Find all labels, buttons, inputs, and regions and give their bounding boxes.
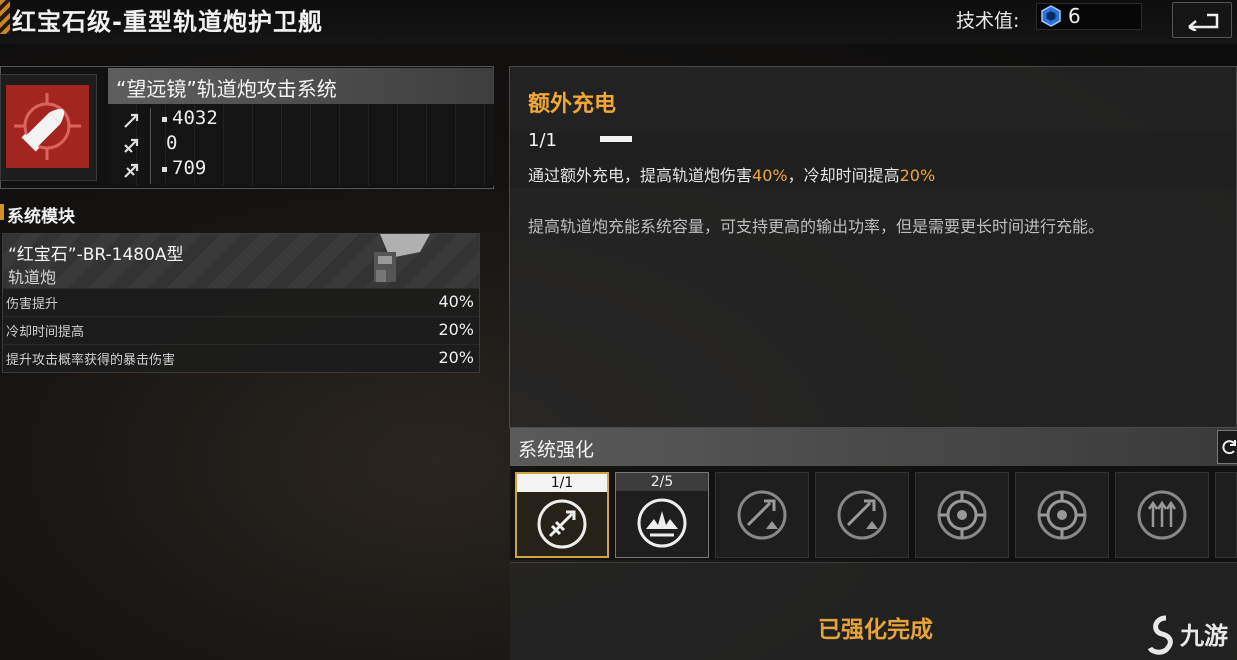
enhancement-slot[interactable]: 2/5: [615, 472, 709, 558]
railgun-art-icon: [374, 234, 430, 282]
enhancement-slot[interactable]: [915, 472, 1009, 558]
effect-highlight: 20%: [899, 166, 936, 185]
detail-description: 提高轨道炮充能系统容量，可支持更高的输出功率，但是需要更长时间进行充能。: [528, 217, 1105, 236]
tech-value: 6: [1068, 4, 1081, 28]
module-type: 轨道炮: [8, 268, 57, 287]
penetration-stat-icon: [124, 138, 139, 153]
range-stat-icon: [124, 163, 139, 178]
completion-status: 已强化完成: [818, 617, 933, 643]
enhancement-slot[interactable]: 1/1: [515, 472, 609, 558]
damage-up-icon: [837, 490, 887, 540]
detail-title: 额外充电: [528, 92, 617, 117]
detail-level: 1/1: [528, 130, 557, 151]
effect-highlight: 40%: [752, 166, 788, 185]
stat-marker: [162, 117, 167, 122]
module-stat-label: 冷却时间提高: [6, 325, 85, 340]
title-stripe-decoration: [0, 0, 10, 34]
module-header-mark: [0, 204, 4, 220]
enhancement-slot[interactable]: [1215, 472, 1237, 558]
bullet-target-icon: [14, 93, 81, 160]
weapon-icon: [6, 85, 89, 168]
module-stat-value: 20%: [438, 320, 474, 339]
stat-divider: [150, 108, 151, 184]
enhancement-slot[interactable]: [1015, 472, 1109, 558]
slot-level-tag: 1/1: [517, 474, 607, 492]
module-section-title: 系统模块: [7, 207, 75, 227]
tech-value-label: 技术值:: [956, 10, 1020, 32]
weapon-name: “望远镜”轨道炮攻击系统: [116, 77, 337, 101]
enhancement-slot[interactable]: [1115, 472, 1209, 558]
module-stat-label: 伤害提升: [6, 297, 59, 312]
module-stat-value: 40%: [438, 292, 474, 311]
enhancement-slot[interactable]: [815, 472, 909, 558]
stat-marker: [162, 167, 167, 172]
radar-icon: [937, 490, 987, 540]
detail-effect-text: 通过额外充电，提高轨道炮伤害40%，冷却时间提高20%: [528, 162, 935, 186]
enhancement-title: 系统强化: [518, 439, 595, 461]
module-stat-row: [3, 288, 479, 316]
damage-stat-value: 4032: [172, 107, 218, 129]
triple-arrow-icon: [1137, 490, 1187, 540]
enhancement-slot[interactable]: [715, 472, 809, 558]
nine-game-logo-icon: 九游: [1147, 615, 1228, 655]
level-progress-bar: [600, 136, 632, 142]
burst-icon: [637, 498, 687, 548]
module-stat-value: 20%: [438, 348, 474, 367]
module-name: “红宝石”-BR-1480A型: [8, 245, 184, 265]
penetration-stat-value: 0: [166, 132, 178, 154]
refresh-icon: [1222, 440, 1236, 455]
back-arrow-icon: [1188, 13, 1219, 31]
damage-up-icon: [737, 490, 787, 540]
railgun-bolt-icon: [537, 499, 587, 549]
radar-icon: [1037, 490, 1087, 540]
module-stat-label: 提升攻击概率获得的暴击伤害: [6, 353, 176, 368]
damage-stat-icon: [124, 113, 139, 128]
refresh-button[interactable]: [1217, 430, 1237, 464]
detail-panel: [509, 66, 1237, 428]
tech-hexagon-icon: [1041, 5, 1061, 27]
watermark-text: 九游: [1179, 622, 1228, 650]
back-button[interactable]: [1172, 2, 1232, 38]
page-title: 红宝石级-重型轨道炮护卫舰: [12, 8, 323, 36]
range-stat-value: 709: [172, 157, 207, 179]
enhancement-header: [510, 428, 1237, 466]
watermark-logo: 九游: [1147, 612, 1236, 656]
effect-text-part: ，冷却时间提高: [787, 166, 900, 185]
slot-level-tag: 2/5: [616, 473, 708, 491]
effect-text-part: 通过额外充电，提高轨道炮伤害: [528, 166, 753, 185]
